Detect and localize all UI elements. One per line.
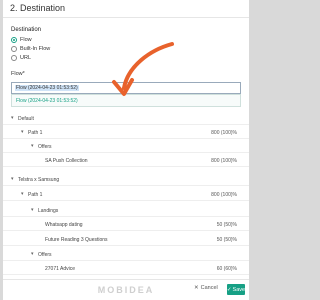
radio-url-label: URL <box>20 55 32 61</box>
tree-row: Whatsapp dating 50 (50)% <box>3 219 249 231</box>
tree-row-value: 50 (50)% <box>216 222 237 228</box>
tree-row-label: Path 1 <box>28 130 43 136</box>
tree-row-value: 60 (60)% <box>216 266 237 272</box>
tree-row: 27071 Advice 60 (60)% <box>3 263 249 275</box>
radio-flow-label: Flow <box>20 37 32 43</box>
tree-row[interactable]: ▾ Path 1 800 (100)% <box>3 189 249 201</box>
tree-row-value: 800 (100)% <box>211 192 237 198</box>
tree-row[interactable]: ▾ Offers <box>3 249 249 261</box>
caret-down-icon[interactable]: ▾ <box>21 129 24 135</box>
radio-built-in-flow[interactable]: Built-In Flow <box>11 46 50 52</box>
tree-row-label: Whatsapp dating <box>45 222 83 228</box>
tree-row[interactable]: ▾ Landings <box>3 205 249 217</box>
tree-row-label: Telstra x Samsung <box>18 177 60 183</box>
tree-row-value: 800 (100)% <box>211 158 237 164</box>
caret-down-icon[interactable]: ▾ <box>31 207 34 213</box>
flow-dropdown-option[interactable]: Flow (2024-04-23 01:53:52) <box>16 98 78 104</box>
radio-built-in-flow-label: Built-In Flow <box>20 46 51 52</box>
radio-flow[interactable]: Flow <box>11 37 32 43</box>
tree-row[interactable]: ▾ Offers <box>3 141 249 153</box>
tree-row-label: SA Push Collection <box>45 158 88 164</box>
flow-field-label: Flow* <box>11 71 25 77</box>
tree-row-label: Landings <box>38 208 59 214</box>
panel-header: 2. Destination <box>3 0 249 18</box>
radio-checked-icon[interactable] <box>11 37 17 43</box>
tree-row-label: Future Reading 3 Questions <box>45 237 108 243</box>
radio-icon[interactable] <box>11 55 17 61</box>
caret-down-icon[interactable]: ▾ <box>11 176 14 182</box>
tree-row-label: Default <box>18 116 34 122</box>
radio-icon[interactable] <box>11 46 17 52</box>
tree-row-label: Path 1 <box>28 192 43 198</box>
tree-row[interactable]: ▾ Path 1 800 (100)% <box>3 127 249 139</box>
radio-url[interactable]: URL <box>11 55 31 61</box>
flow-select-value: Flow (2024-04-23 01:53:52) <box>15 85 79 91</box>
tree-row-label: Offers <box>38 252 52 258</box>
tree-row: Future Reading 3 Questions 50 (50)% <box>3 234 249 246</box>
tree-row-label: Offers <box>38 144 52 150</box>
destination-label: Destination <box>11 27 42 33</box>
tree-row[interactable]: ▾ Default <box>3 113 249 125</box>
tree-row-value: 50 (50)% <box>216 237 237 243</box>
tree-row: SA Push Collection 800 (100)% <box>3 155 249 167</box>
tree-row[interactable]: ▾ Telstra x Samsung <box>3 174 249 186</box>
caret-down-icon[interactable]: ▾ <box>31 143 34 149</box>
tree-row-label: 27071 Advice <box>45 266 76 272</box>
caret-down-icon[interactable]: ▾ <box>11 115 14 121</box>
annotation-arrow-icon <box>112 42 174 96</box>
caret-down-icon[interactable]: ▾ <box>21 191 24 197</box>
tree-row-value: 800 (100)% <box>211 130 237 136</box>
watermark: MOBIDEA <box>97 285 155 295</box>
caret-down-icon[interactable]: ▾ <box>31 251 34 257</box>
panel-title: 2. Destination <box>10 3 66 13</box>
